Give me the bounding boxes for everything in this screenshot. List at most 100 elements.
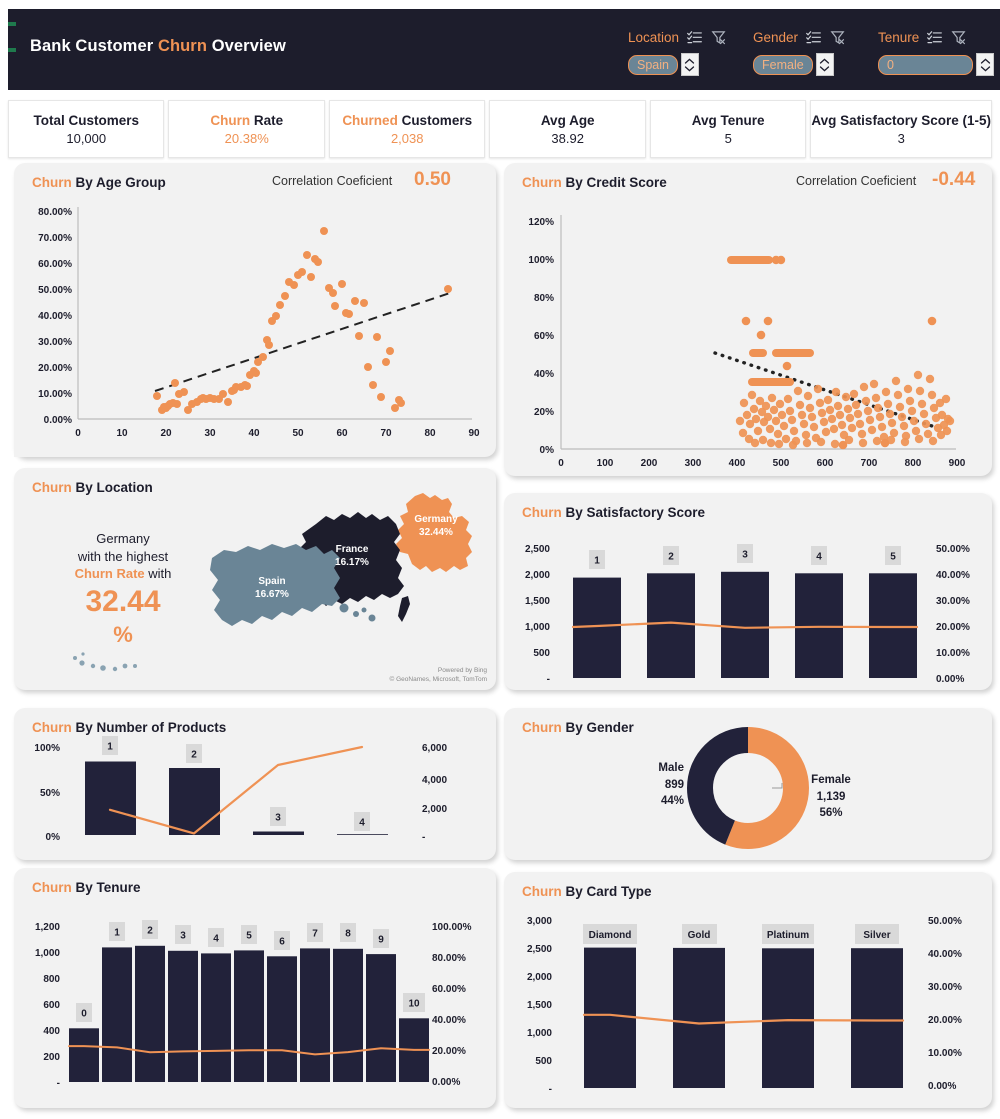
age-scatter-chart[interactable]: 80.00% 70.00% 60.00% 50.00% 80.00% 70.00… — [14, 163, 496, 459]
svg-text:0: 0 — [81, 1009, 87, 1020]
kpi-title-pre: Total Customers — [33, 112, 139, 128]
panel-churn-by-number-of-products-title: Churn By Number of Products — [32, 720, 226, 735]
svg-text:-: - — [547, 674, 550, 685]
page-title: Bank Customer Churn Overview — [30, 37, 286, 56]
kpi-avg-satisfactory-score-value: 3 — [897, 130, 905, 146]
clear-filter-icon[interactable] — [950, 29, 967, 46]
filter-tenure-value[interactable]: 0 — [878, 54, 973, 75]
age-trendline — [154, 292, 451, 392]
panel-churn-by-location-title: Churn By Location — [32, 480, 153, 495]
svg-text:20.00%: 20.00% — [928, 1015, 962, 1026]
svg-text:200: 200 — [43, 1052, 60, 1063]
kpi-row: Total Customers 10,000 Churn Rate 20.38%… — [8, 100, 992, 158]
kpi-churned-customers[interactable]: Churned Customers 2,038 — [328, 100, 486, 158]
svg-text:800: 800 — [43, 974, 60, 985]
svg-text:20: 20 — [160, 428, 172, 439]
location-callout-hl: Churn Rate — [74, 566, 145, 582]
cardtype-combo-chart[interactable]: 3,000 2,500 2,000 1,500 1,000 500 - 50.0… — [504, 872, 992, 1108]
filter-gender-stepper[interactable] — [815, 53, 834, 76]
multi-select-list-icon[interactable] — [805, 29, 822, 46]
kpi-title-post: Rate — [250, 112, 284, 128]
kpi-avg-tenure[interactable]: Avg Tenure 5 — [649, 100, 807, 158]
svg-text:5: 5 — [246, 931, 252, 942]
multi-select-list-icon[interactable] — [926, 29, 943, 46]
svg-text:50.00%: 50.00% — [928, 916, 962, 927]
europe-choropleth-map[interactable]: Germany 32.44% France 16.17% Spain 16.67… — [204, 482, 494, 682]
svg-text:4,000: 4,000 — [422, 775, 447, 786]
filter-location-value[interactable]: Spain — [628, 54, 678, 75]
tenure-combo-chart[interactable]: 1,200 1,000 800 600 400 200 - 100.00% 80… — [14, 868, 496, 1108]
panel-title-post: By Age Group — [71, 175, 166, 190]
filter-location-stepper[interactable] — [680, 53, 699, 76]
svg-text:-: - — [422, 832, 425, 843]
panel-title-hl: Churn — [32, 720, 72, 735]
svg-text:80.00%: 80.00% — [38, 207, 72, 218]
multi-select-list-icon[interactable] — [686, 29, 703, 46]
kpi-title-hl: Churn — [210, 112, 251, 128]
panel-churn-by-card-type-title: Churn By Card Type — [522, 884, 652, 899]
kpi-churn-rate[interactable]: Churn Rate 20.38% — [168, 100, 325, 158]
svg-text:30.00%: 30.00% — [936, 596, 970, 607]
svg-text:0.00%: 0.00% — [44, 415, 72, 426]
map-attribution: Powered by Bing © GeoNames, Microsoft, T… — [390, 666, 488, 686]
filter-tenure-stepper[interactable] — [976, 53, 994, 76]
kpi-avg-satisfactory-score[interactable]: Avg Satisfactory Score (1-5) 3 — [810, 100, 992, 158]
kpi-churned-customers-value: 2,038 — [390, 130, 424, 146]
svg-text:40.00%: 40.00% — [432, 1015, 466, 1026]
map-canary-islands — [73, 652, 137, 672]
location-callout-line1: Germany — [96, 531, 150, 546]
svg-text:40: 40 — [248, 428, 260, 439]
location-callout-line2: with the highest — [77, 548, 169, 564]
page-title-highlight: Churn — [157, 37, 208, 55]
panel-title-hl: Churn — [522, 884, 562, 899]
kpi-total-customers-title: Total Customers — [33, 113, 139, 128]
svg-text:100: 100 — [597, 458, 614, 469]
kpi-avg-age[interactable]: Avg Age 38.92 — [489, 100, 646, 158]
age-scatter-points — [153, 227, 452, 414]
svg-text:3: 3 — [180, 931, 186, 942]
gender-label-male-percent: 44% — [660, 795, 684, 808]
svg-text:1,200: 1,200 — [35, 922, 60, 933]
filter-gender-row: Female — [753, 53, 846, 76]
kpi-total-customers[interactable]: Total Customers 10,000 — [8, 100, 165, 158]
page-title-post: Overview — [207, 37, 286, 55]
svg-text:60%: 60% — [534, 331, 554, 342]
svg-text:Silver: Silver — [863, 930, 890, 941]
panel-churn-by-age-group: Churn By Age Group Correlation Coeficien… — [14, 163, 496, 459]
svg-text:80%: 80% — [534, 293, 554, 304]
svg-text:50: 50 — [292, 428, 304, 439]
svg-text:0%: 0% — [46, 832, 61, 843]
panel-title-hl: Churn — [32, 175, 72, 190]
panel-title-hl: Churn — [522, 175, 562, 190]
credit-scatter-chart[interactable]: 120% 100% 80% 60% 40% 20% 0% 0 100 200 3… — [504, 163, 992, 476]
kpi-avg-age-title: Avg Age — [541, 113, 595, 128]
svg-text:Spain: Spain — [258, 576, 285, 587]
gender-label-female: Female 1,139 56% — [800, 772, 862, 822]
panel-title-post: By Credit Score — [561, 175, 667, 190]
svg-text:600: 600 — [43, 1000, 60, 1011]
svg-text:60: 60 — [336, 428, 348, 439]
filter-gender-head: Gender — [753, 27, 846, 47]
credit-cluster-48 — [749, 349, 814, 357]
svg-text:1,000: 1,000 — [527, 1028, 552, 1039]
map-attribution-line2: © GeoNames, Microsoft, TomTom — [389, 676, 488, 684]
clear-filter-icon[interactable] — [710, 29, 727, 46]
filter-gender-value[interactable]: Female — [753, 54, 813, 75]
panel-churn-by-tenure-title: Churn By Tenure — [32, 880, 141, 895]
svg-text:10.00%: 10.00% — [38, 389, 72, 400]
svg-text:0: 0 — [558, 458, 564, 469]
map-region-corsica — [398, 596, 410, 622]
page-title-pre: Bank Customer — [30, 37, 158, 55]
panel-churn-by-satisfactory-score-title: Churn By Satisfactory Score — [522, 505, 705, 520]
svg-text:4: 4 — [213, 934, 219, 945]
clear-filter-icon[interactable] — [829, 29, 846, 46]
svg-text:1: 1 — [594, 556, 600, 567]
svg-text:90: 90 — [468, 428, 480, 439]
svg-text:0.00%: 0.00% — [928, 1081, 956, 1092]
svg-text:6,000: 6,000 — [422, 743, 447, 754]
credit-correlation-label: Correlation Coeficient — [796, 174, 917, 188]
satisfaction-combo-chart[interactable]: 2,500 2,000 1,500 1,000 500 - 50.00% 40.… — [504, 493, 992, 690]
svg-text:7: 7 — [312, 929, 318, 940]
svg-text:500: 500 — [773, 458, 790, 469]
products-count-line — [108, 745, 364, 835]
